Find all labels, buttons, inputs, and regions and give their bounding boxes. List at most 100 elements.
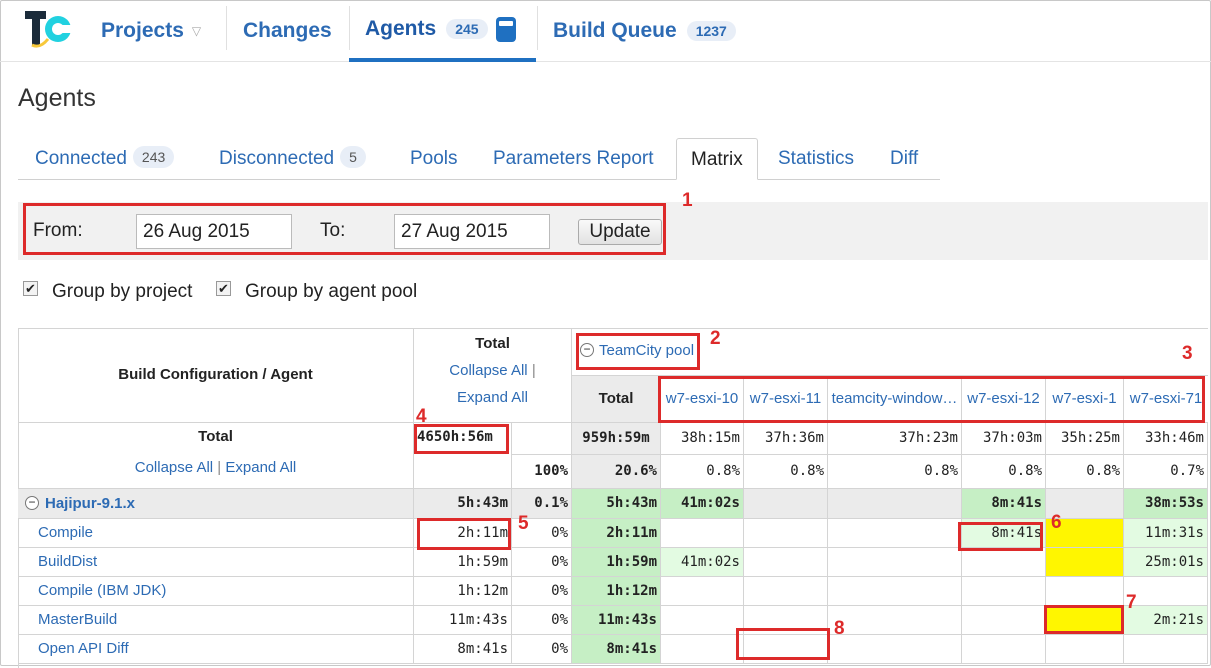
project-total: 5h:43m [414, 489, 512, 519]
config-name-link[interactable]: Compile (IBM JDK) [18, 577, 414, 606]
config-agent-time [962, 548, 1046, 577]
annotation-box-pool [576, 333, 700, 370]
pool-total-time: 959h:59m [572, 423, 661, 455]
link-separator: | [217, 459, 222, 476]
config-name-link[interactable]: Compile [18, 519, 414, 548]
agents-subtabs: Connected 243 Disconnected 5 Pools Paramet… [18, 138, 940, 180]
nav-divider [226, 6, 227, 50]
tab-parameters-report[interactable]: Parameters Report [493, 138, 654, 180]
link-separator: | [531, 362, 536, 379]
header-total-cell: Total Collapse All | Expand All [414, 328, 572, 423]
annotation-number: 3 [1182, 343, 1193, 364]
expand-all-link[interactable]: Expand All [414, 389, 571, 406]
agent-total-time: 37h:03m [962, 423, 1046, 455]
tab-pools[interactable]: Pools [410, 138, 458, 180]
top-navigation: Projects ▽ Changes Agents 245 Build Queu… [0, 0, 1211, 62]
annotation-box-agent-time [958, 522, 1043, 551]
tab-statistics[interactable]: Statistics [778, 138, 854, 180]
project-agent-time: 8m:41s [962, 489, 1046, 519]
config-agent-time [828, 606, 962, 635]
agent-total-pct: 0.7% [1124, 455, 1208, 489]
total-row-links: Collapse All | Expand All [18, 453, 414, 489]
config-agent-time [828, 577, 962, 606]
tab-connected[interactable]: Connected 243 [35, 138, 175, 180]
tab-connected-label: Connected [35, 148, 127, 169]
collapse-all-link[interactable]: Collapse All [135, 459, 213, 476]
project-agent-time: 38m:53s [1124, 489, 1208, 519]
config-pool-total: 2h:11m [572, 519, 661, 548]
config-agent-time: 2m:21s [1124, 606, 1208, 635]
config-name-link[interactable]: BuildDist [18, 548, 414, 577]
tab-matrix[interactable]: Matrix [676, 138, 758, 180]
config-agent-time [661, 635, 744, 664]
config-pct: 0% [512, 577, 572, 606]
config-agent-time [828, 635, 962, 664]
config-agent-time [661, 606, 744, 635]
project-name-link[interactable]: Hajipur-9.1.x [45, 495, 135, 512]
config-agent-time: 41m:02s [661, 548, 744, 577]
annotation-number: 5 [518, 513, 529, 534]
agent-total-pct: 0.8% [962, 455, 1046, 489]
nav-projects[interactable]: Projects ▽ [101, 0, 206, 62]
config-name-link[interactable]: Open API Diff [18, 635, 414, 664]
config-total: 1h:12m [414, 577, 512, 606]
config-total: 11m:43s [414, 606, 512, 635]
total-row-label: Total [18, 423, 414, 453]
group-by-agent-pool-checkbox[interactable]: ✔ [216, 281, 231, 296]
agent-total-pct: 0.8% [744, 455, 828, 489]
annotation-box-yellow-cell [1044, 605, 1124, 634]
group-by-project-checkbox[interactable]: ✔ [23, 281, 38, 296]
page-title: Agents [18, 84, 96, 112]
header-build-configuration: Build Configuration / Agent [18, 328, 414, 423]
agent-total-pct: 0.8% [828, 455, 962, 489]
grand-total-blank [512, 423, 572, 455]
agent-total-time: 37h:36m [744, 423, 828, 455]
disconnected-count-badge: 5 [340, 146, 366, 168]
tab-disconnected[interactable]: Disconnected 5 [219, 138, 366, 180]
nav-agents[interactable]: Agents 245 [349, 0, 536, 62]
teamcity-logo-icon[interactable] [22, 5, 72, 49]
annotation-number: 8 [834, 618, 845, 639]
annotation-number: 6 [1051, 512, 1062, 533]
tab-diff[interactable]: Diff [890, 138, 918, 180]
annotation-number: 2 [710, 328, 721, 349]
collapse-all-link[interactable]: Collapse All [449, 362, 527, 379]
annotation-box-grand-total [414, 424, 509, 454]
pool-total-pct: 20.6% [572, 455, 661, 489]
config-name-link[interactable]: MasterBuild [18, 606, 414, 635]
nav-build-queue-label: Build Queue [553, 19, 677, 42]
agent-total-time: 33h:46m [1124, 423, 1208, 455]
annotation-box-empty-cell [736, 628, 830, 660]
config-agent-time [744, 577, 828, 606]
config-pool-total: 8m:41s [572, 635, 661, 664]
chevron-down-icon[interactable]: ▽ [192, 24, 206, 38]
annotation-box-date-filter [23, 203, 666, 255]
build-queue-count-badge: 1237 [686, 21, 736, 41]
tab-disconnected-label: Disconnected [219, 148, 335, 169]
config-agent-time [828, 548, 962, 577]
nav-changes[interactable]: Changes [243, 0, 332, 62]
config-total: 8m:41s [414, 635, 512, 664]
project-agent-time: 41m:02s [661, 489, 744, 519]
config-pool-total: 1h:59m [572, 548, 661, 577]
agent-total-time: 37h:23m [828, 423, 962, 455]
config-agent-time [744, 548, 828, 577]
config-pool-total: 1h:12m [572, 577, 661, 606]
config-pct: 0% [512, 606, 572, 635]
project-agent-time [744, 489, 828, 519]
config-agent-time [744, 519, 828, 548]
collapse-project-icon[interactable]: − [25, 496, 39, 510]
nav-changes-label: Changes [243, 19, 332, 42]
annotation-number: 7 [1126, 592, 1137, 613]
config-pct: 0% [512, 635, 572, 664]
config-agent-time [962, 635, 1046, 664]
config-agent-time [1046, 548, 1124, 577]
agent-total-pct: 0.8% [661, 455, 744, 489]
nav-build-queue[interactable]: Build Queue 1237 [553, 0, 736, 62]
connected-count-badge: 243 [132, 146, 175, 168]
expand-all-link[interactable]: Expand All [225, 459, 296, 476]
group-by-agent-pool-label: Group by agent pool [245, 281, 418, 302]
group-by-project-label: Group by project [52, 281, 193, 302]
nav-divider [537, 6, 538, 50]
annotation-box-agents [658, 376, 1205, 423]
